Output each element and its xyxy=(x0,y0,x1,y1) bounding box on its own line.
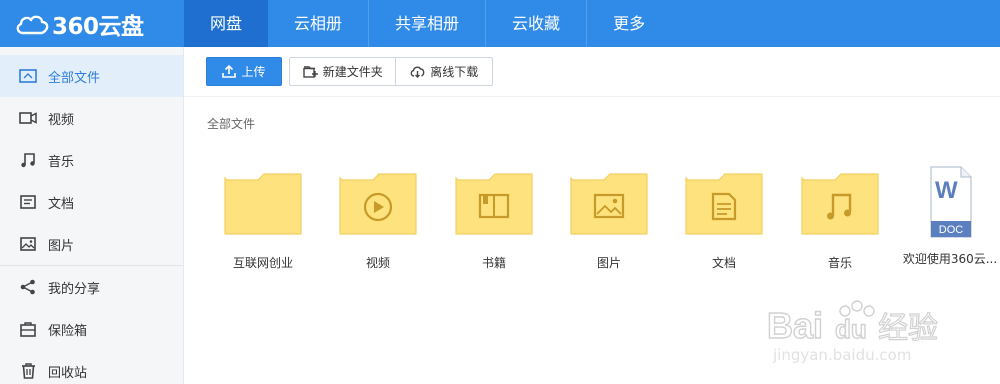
sidebar-item-safe[interactable]: 保险箱 xyxy=(0,308,183,350)
main-nav: 网盘 云相册 共享相册 云收藏 更多 xyxy=(184,0,671,47)
cloud-download-icon xyxy=(410,66,425,78)
sidebar-item-label: 保险箱 xyxy=(48,323,88,339)
video-icon xyxy=(19,109,37,127)
word-doc-icon: W DOC xyxy=(930,166,972,238)
file-item[interactable]: 音乐 xyxy=(785,170,895,271)
file-item[interactable]: W DOC 欢迎使用360云... xyxy=(900,166,1000,267)
document-icon xyxy=(19,193,37,211)
image-folder-icon xyxy=(570,173,648,235)
sidebar-item-label: 图片 xyxy=(48,238,75,254)
safe-icon xyxy=(19,320,37,338)
svg-text:jingyan.baidu.com: jingyan.baidu.com xyxy=(772,346,911,364)
brand-name: 360云盘 xyxy=(52,13,144,40)
top-bar: 360云盘 网盘 云相册 共享相册 云收藏 更多 xyxy=(0,0,1000,47)
logo[interactable]: 360云盘 xyxy=(0,0,184,47)
upload-label: 上传 xyxy=(241,65,266,79)
nav-netdisk[interactable]: 网盘 xyxy=(184,0,269,47)
offline-download-label: 离线下载 xyxy=(430,65,479,79)
file-name: 音乐 xyxy=(827,256,852,270)
upload-button[interactable]: 上传 xyxy=(206,57,282,86)
sidebar-item-video[interactable]: 视频 xyxy=(0,97,183,139)
file-name: 书籍 xyxy=(481,256,506,270)
file-name: 视频 xyxy=(365,256,390,270)
nav-more[interactable]: 更多 xyxy=(587,0,671,47)
new-folder-label: 新建文件夹 xyxy=(322,65,383,79)
sidebar-item-recycle-bin[interactable]: 回收站 xyxy=(0,350,183,384)
sidebar-item-label: 我的分享 xyxy=(48,281,101,297)
baidu-jingyan-watermark: Bai du 经验 jingyan.baidu.com xyxy=(766,300,939,364)
sidebar-item-label: 全部文件 xyxy=(48,70,101,86)
file-item[interactable]: 图片 xyxy=(554,170,664,271)
file-item[interactable]: 书籍 xyxy=(439,170,549,271)
file-grid: 互联网创业 视频 书籍 图片 文档 音乐 W DOC 欢迎使用360云... xyxy=(208,166,1000,280)
music-icon xyxy=(19,151,37,169)
document-folder-icon xyxy=(685,173,763,235)
svg-text:经验: 经验 xyxy=(878,311,938,346)
offline-download-button[interactable]: 离线下载 xyxy=(396,58,492,85)
sidebar-item-label: 视频 xyxy=(48,112,75,128)
nav-cloud-album[interactable]: 云相册 xyxy=(268,0,368,47)
toolbar-button-group: 新建文件夹 离线下载 xyxy=(289,57,493,86)
breadcrumb[interactable]: 全部文件 xyxy=(207,115,255,132)
file-item[interactable]: 视频 xyxy=(323,170,433,271)
cloud-icon xyxy=(16,15,49,34)
file-name: 互联网创业 xyxy=(232,256,293,270)
new-folder-icon xyxy=(303,66,318,78)
file-name: 文档 xyxy=(711,256,736,270)
nav-shared-album[interactable]: 共享相册 xyxy=(369,0,485,47)
book-folder-icon xyxy=(455,173,533,235)
file-item[interactable]: 文档 xyxy=(669,170,779,271)
sidebar-item-all-files[interactable]: 全部文件 xyxy=(0,55,183,97)
sidebar-item-music[interactable]: 音乐 xyxy=(0,139,183,181)
sidebar-item-images[interactable]: 图片 xyxy=(0,223,183,265)
share-icon xyxy=(19,278,37,296)
file-name: 欢迎使用360云... xyxy=(902,252,998,266)
trash-icon xyxy=(19,362,37,380)
svg-text:du: du xyxy=(835,314,867,344)
image-icon xyxy=(19,235,37,253)
nav-cloud-favorites[interactable]: 云收藏 xyxy=(486,0,586,47)
all-files-icon xyxy=(19,67,37,85)
svg-text:W: W xyxy=(935,177,958,204)
new-folder-button[interactable]: 新建文件夹 xyxy=(290,58,397,85)
video-folder-icon xyxy=(339,173,417,235)
upload-icon xyxy=(222,65,237,78)
folder-icon xyxy=(224,173,302,235)
music-folder-icon xyxy=(801,173,879,235)
sidebar: 全部文件 视频 音乐 文档 图片 我的分享 保险箱 回收站 xyxy=(0,47,184,384)
toolbar: 上传 新建文件夹 离线下载 xyxy=(184,47,1000,97)
sidebar-item-label: 文档 xyxy=(48,196,75,212)
file-name: 图片 xyxy=(596,256,621,270)
file-item[interactable]: 互联网创业 xyxy=(208,170,318,271)
sidebar-item-label: 回收站 xyxy=(48,365,88,381)
svg-text:Bai: Bai xyxy=(767,305,823,346)
sidebar-item-documents[interactable]: 文档 xyxy=(0,181,183,223)
sidebar-item-label: 音乐 xyxy=(48,154,75,170)
doc-badge: DOC xyxy=(939,224,964,236)
sidebar-item-my-shares[interactable]: 我的分享 xyxy=(0,266,183,308)
